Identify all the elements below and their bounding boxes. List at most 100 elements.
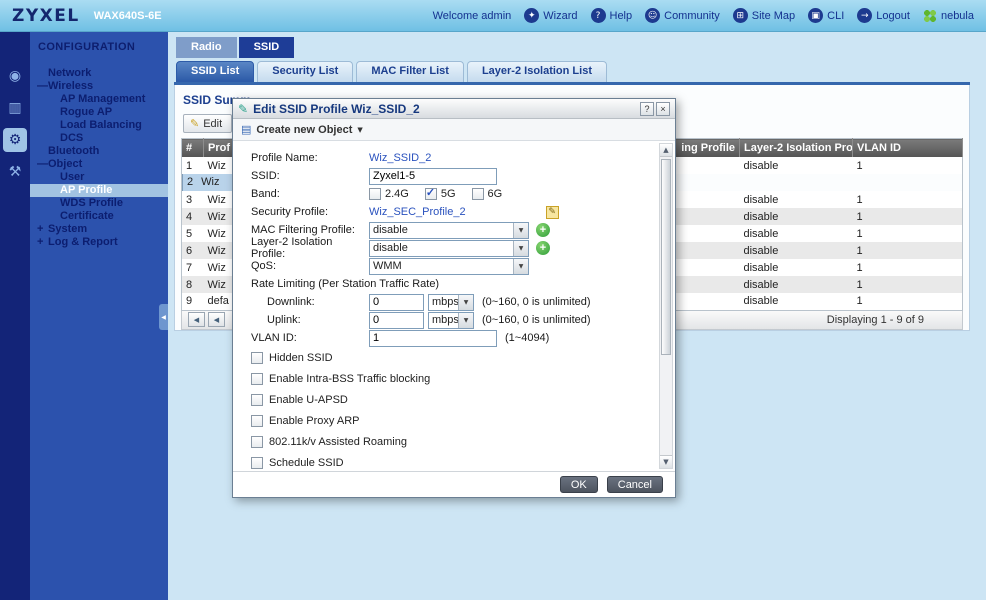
logout-label: Logout — [876, 10, 910, 22]
table-cell — [223, 174, 231, 191]
edit-button[interactable]: ✎ Edit — [183, 114, 232, 133]
table-cell: 1 — [853, 225, 963, 242]
security-profile-link[interactable]: Wiz_SEC_Profile_2 — [369, 206, 466, 218]
dialog-scrollbar[interactable]: ▲ ▼ — [659, 143, 673, 469]
uplink-unit-select[interactable]: mbps ▼ — [428, 312, 474, 329]
sidebar-item-wireless[interactable]: —Wireless — [30, 80, 168, 93]
nebula-link[interactable]: nebula — [923, 9, 974, 23]
tree-toggle[interactable]: + — [37, 236, 47, 249]
downlink-input[interactable] — [369, 294, 424, 311]
uplink-input[interactable] — [369, 312, 424, 329]
band-24g-checkbox[interactable] — [369, 188, 381, 200]
intra-bss-checkbox[interactable] — [251, 373, 263, 385]
scrollbar-thumb[interactable] — [661, 159, 671, 355]
dashboard-icon[interactable]: ◉ — [3, 64, 27, 88]
chevron-down-icon: ▼ — [513, 259, 528, 274]
mac-filtering-select[interactable]: disable ▼ — [369, 222, 529, 239]
prev-page-button[interactable]: ◀ — [208, 312, 225, 327]
sidebar-item-load-balancing[interactable]: Load Balancing — [30, 119, 168, 132]
scroll-down-icon[interactable]: ▼ — [660, 455, 672, 468]
profile-name-label: Profile Name: — [251, 152, 369, 164]
tree-toggle[interactable]: + — [37, 223, 47, 236]
vlan-id-input[interactable] — [369, 330, 497, 347]
band-5g-checkbox[interactable] — [425, 188, 437, 200]
subtab-ssid-list[interactable]: SSID List — [176, 61, 254, 82]
col-header-layer2-isolation[interactable]: Layer-2 Isolation Pro... — [740, 139, 853, 158]
first-page-button[interactable]: ◀ — [188, 312, 205, 327]
create-new-object-button[interactable]: ▤ Create new Object ▼ — [233, 119, 675, 141]
table-cell: 4 — [182, 208, 204, 225]
ok-button[interactable]: OK — [560, 476, 598, 493]
schedule-ssid-checkbox[interactable] — [251, 457, 263, 469]
add-layer2-profile-icon[interactable]: + — [536, 241, 550, 255]
col-header-num[interactable]: # — [182, 139, 204, 158]
nebula-label: nebula — [941, 10, 974, 22]
layer2-isolation-label: Layer-2 Isolation Profile: — [251, 236, 369, 260]
subtab-security-list[interactable]: Security List — [257, 61, 353, 82]
maintenance-wrench-icon[interactable]: ⚒ — [3, 160, 27, 184]
intra-bss-label: Enable Intra-BSS Traffic blocking — [269, 373, 430, 385]
tab-ssid[interactable]: SSID — [239, 37, 295, 58]
close-icon[interactable]: × — [656, 102, 670, 116]
sidebar-nav: CONFIGURATION Network —Wireless AP Manag… — [30, 32, 168, 249]
sidebar-item-bluetooth[interactable]: Bluetooth — [30, 145, 168, 158]
tree-toggle[interactable]: — — [37, 158, 47, 171]
wizard-link[interactable]: ✦ Wizard — [524, 8, 577, 23]
profile-name-row: Profile Name: Wiz_SSID_2 — [251, 149, 649, 167]
tree-toggle[interactable]: — — [37, 80, 47, 93]
qos-row: QoS: WMM ▼ — [251, 257, 649, 275]
band-6g-label: 6G — [488, 188, 503, 200]
sitemap-link[interactable]: ⊞ Site Map — [733, 8, 795, 23]
layer2-isolation-select[interactable]: disable ▼ — [369, 240, 529, 257]
qos-select[interactable]: WMM ▼ — [369, 258, 529, 275]
sidebar-item-network[interactable]: Network — [30, 67, 168, 80]
subtab-mac-filter-list[interactable]: MAC Filter List — [356, 61, 464, 82]
community-link[interactable]: ☺ Community — [645, 8, 720, 23]
sidebar-item-certificate[interactable]: Certificate — [30, 210, 168, 223]
displaying-text: Displaying 1 - 9 of 9 — [827, 314, 956, 326]
sidebar-item-user[interactable]: User — [30, 171, 168, 184]
sidebar-item-label: Network — [48, 67, 91, 79]
table-cell: disable — [740, 208, 853, 225]
topbar: ZYXEL WAX640S-6E Welcome admin ✦ Wizard … — [0, 0, 986, 32]
sidebar-item-ap-management[interactable]: AP Management — [30, 93, 168, 106]
cli-link[interactable]: ▣ CLI — [808, 8, 844, 23]
sidebar-item-dcs[interactable]: DCS — [30, 132, 168, 145]
table-cell: 3 — [182, 191, 204, 208]
sidebar-item-rogue-ap[interactable]: Rogue AP — [30, 106, 168, 119]
add-mac-profile-icon[interactable]: + — [536, 223, 550, 237]
u-apsd-checkbox[interactable] — [251, 394, 263, 406]
proxy-arp-checkbox[interactable] — [251, 415, 263, 427]
scroll-up-icon[interactable]: ▲ — [660, 144, 672, 157]
chevron-down-icon: ▼ — [458, 295, 473, 310]
logout-icon: → — [857, 8, 872, 23]
subtab-layer2-isolation-list[interactable]: Layer-2 Isolation List — [467, 61, 607, 82]
dialog-titlebar[interactable]: ✎ Edit SSID Profile Wiz_SSID_2 ? × — [233, 99, 675, 119]
vlan-id-note: (1~4094) — [505, 332, 549, 344]
ssid-input[interactable] — [369, 168, 497, 185]
help-link[interactable]: ? Help — [591, 8, 633, 23]
cancel-button[interactable]: Cancel — [607, 476, 663, 493]
dialog-help-button[interactable]: ? — [640, 102, 654, 116]
band-6g-checkbox[interactable] — [472, 188, 484, 200]
sidebar-item-label: System — [48, 223, 87, 235]
security-edit-icon[interactable]: ✎ — [546, 206, 559, 219]
sidebar-collapse-handle[interactable]: ◀ — [159, 304, 168, 330]
sidebar-item-log-report[interactable]: +Log & Report — [30, 236, 168, 249]
monitor-icon[interactable]: ▥ — [3, 96, 27, 120]
sidebar-item-system[interactable]: +System — [30, 223, 168, 236]
sidebar-item-ap-profile[interactable]: AP Profile — [30, 184, 168, 197]
tab-radio[interactable]: Radio — [176, 37, 237, 58]
hidden-ssid-checkbox[interactable] — [251, 352, 263, 364]
downlink-unit-select[interactable]: mbps ▼ — [428, 294, 474, 311]
logout-link[interactable]: → Logout — [857, 8, 910, 23]
cli-icon: ▣ — [808, 8, 823, 23]
sidebar-item-object[interactable]: —Object — [30, 158, 168, 171]
configuration-gear-icon[interactable]: ⚙ — [3, 128, 27, 152]
sidebar-item-wds-profile[interactable]: WDS Profile — [30, 197, 168, 210]
assisted-roaming-checkbox[interactable] — [251, 436, 263, 448]
col-header-vlan-id[interactable]: VLAN ID — [853, 139, 963, 158]
cli-label: CLI — [827, 10, 844, 22]
vlan-id-label: VLAN ID: — [251, 332, 369, 344]
sidebar-item-label: DCS — [60, 132, 83, 144]
